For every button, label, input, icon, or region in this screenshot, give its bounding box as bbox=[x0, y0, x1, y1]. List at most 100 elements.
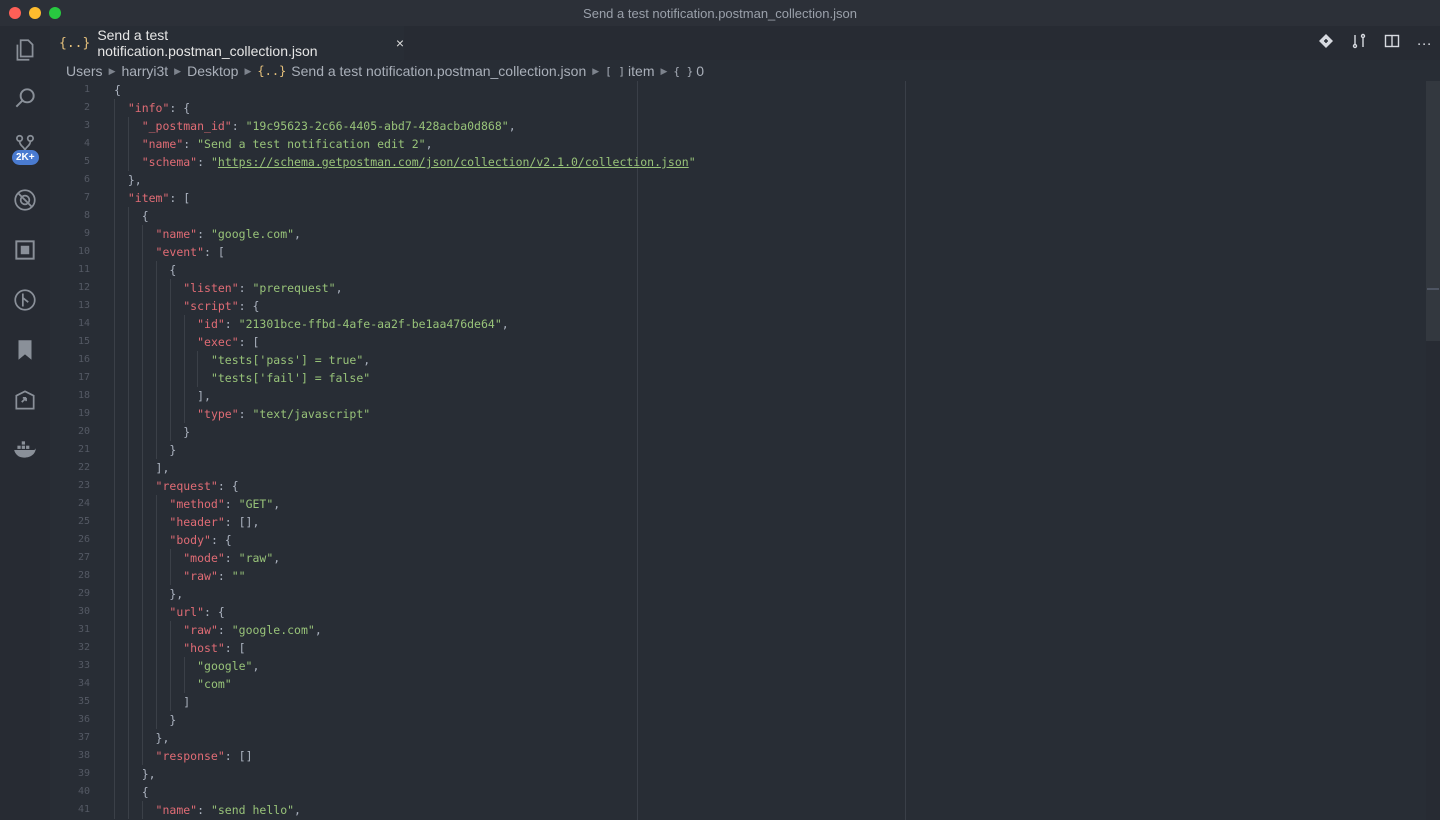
code-line[interactable]: "request": { bbox=[114, 477, 239, 495]
code-line[interactable]: "_postman_id": "19c95623-2c66-4405-abd7-… bbox=[114, 117, 516, 135]
close-tab-icon[interactable]: × bbox=[396, 35, 404, 51]
line-number: 16 bbox=[77, 354, 90, 365]
debug-icon[interactable] bbox=[0, 180, 50, 220]
code-line[interactable]: "body": { bbox=[114, 531, 231, 549]
indent-guide bbox=[169, 369, 171, 387]
code-line[interactable]: } bbox=[114, 423, 190, 441]
code-line[interactable]: ] bbox=[114, 693, 190, 711]
breadcrumb-item-index[interactable]: 0 bbox=[696, 63, 704, 79]
indent-guide bbox=[114, 711, 115, 729]
indent-guide bbox=[141, 333, 143, 351]
indent-guide bbox=[155, 441, 157, 459]
git-history-icon[interactable] bbox=[0, 280, 50, 320]
code-line[interactable]: "exec": [ bbox=[114, 333, 259, 351]
breadcrumb-item-harryi3t[interactable]: harryi3t bbox=[121, 63, 168, 79]
compare-icon[interactable] bbox=[1318, 33, 1334, 53]
code-line[interactable]: "url": { bbox=[114, 603, 224, 621]
editor-ruler bbox=[905, 81, 906, 820]
code-line[interactable]: }, bbox=[114, 585, 183, 603]
more-actions-icon[interactable]: ··· bbox=[1417, 35, 1432, 52]
code-line[interactable]: }, bbox=[114, 765, 156, 783]
indent-guide bbox=[155, 675, 157, 693]
breadcrumb-item-item[interactable]: item bbox=[628, 63, 654, 79]
line-number: 26 bbox=[77, 534, 90, 545]
code-line[interactable]: "mode": "raw", bbox=[114, 549, 280, 567]
code-line[interactable]: "header": [], bbox=[114, 513, 259, 531]
vscode-window: Send a test notification.postman_collect… bbox=[0, 0, 1440, 820]
indent-guide bbox=[127, 585, 129, 603]
indent-guide bbox=[114, 765, 115, 783]
scrollbar-thumb[interactable] bbox=[1426, 81, 1440, 341]
code-line[interactable]: "type": "text/javascript" bbox=[114, 405, 370, 423]
code-line[interactable]: { bbox=[114, 261, 176, 279]
breadcrumb-item-desktop[interactable]: Desktop bbox=[187, 63, 238, 79]
activity-bar: 2K+ bbox=[0, 26, 50, 820]
line-number: 32 bbox=[77, 642, 90, 653]
indent-guide bbox=[169, 279, 171, 297]
code-line[interactable]: "tests['pass'] = true", bbox=[114, 351, 370, 369]
window-title: Send a test notification.postman_collect… bbox=[583, 6, 857, 21]
code-line[interactable]: "item": [ bbox=[114, 189, 190, 207]
open-changes-icon[interactable] bbox=[1351, 33, 1367, 53]
code-line[interactable]: "raw": "" bbox=[114, 567, 245, 585]
indent-guide bbox=[114, 459, 115, 477]
files-icon[interactable] bbox=[0, 30, 50, 70]
split-editor-icon[interactable] bbox=[1384, 33, 1400, 53]
indent-guide bbox=[169, 423, 171, 441]
code-line[interactable]: "com" bbox=[114, 675, 232, 693]
breadcrumb-item-users[interactable]: Users bbox=[66, 63, 103, 79]
code-line[interactable]: { bbox=[114, 207, 149, 225]
remote-icon[interactable] bbox=[0, 380, 50, 420]
docker-icon[interactable] bbox=[0, 430, 50, 470]
code-line[interactable]: } bbox=[114, 441, 176, 459]
code-line[interactable]: "host": [ bbox=[114, 639, 245, 657]
search-icon[interactable] bbox=[0, 78, 50, 118]
code-line[interactable]: "listen": "prerequest", bbox=[114, 279, 342, 297]
code-line[interactable]: } bbox=[114, 711, 176, 729]
editor-tab[interactable]: {..} Send a test notification.postman_co… bbox=[50, 26, 404, 60]
indent-guide bbox=[114, 531, 115, 549]
code-line[interactable]: "info": { bbox=[114, 99, 190, 117]
code-editor[interactable]: 1 {2 "info": {3 "_postman_id": "19c95623-… bbox=[50, 81, 1426, 820]
line-number: 1 bbox=[83, 84, 90, 95]
indent-guide bbox=[114, 495, 115, 513]
indent-guide bbox=[127, 441, 129, 459]
code-line[interactable]: "raw": "google.com", bbox=[114, 621, 322, 639]
indent-guide bbox=[169, 693, 171, 711]
indent-guide bbox=[169, 387, 171, 405]
code-line[interactable]: "schema": "https://schema.getpostman.com… bbox=[114, 153, 696, 171]
code-line[interactable]: "response": [] bbox=[114, 747, 253, 765]
line-number: 30 bbox=[77, 606, 90, 617]
indent-guide bbox=[155, 603, 157, 621]
line-number: 2 bbox=[83, 102, 90, 113]
code-line[interactable]: "tests['fail'] = false" bbox=[114, 369, 370, 387]
code-line[interactable]: "script": { bbox=[114, 297, 259, 315]
indent-guide bbox=[155, 423, 157, 441]
indent-guide bbox=[141, 567, 143, 585]
line-number: 41 bbox=[77, 804, 90, 815]
code-line[interactable]: }, bbox=[114, 171, 142, 189]
code-line[interactable]: { bbox=[114, 81, 121, 99]
indent-guide bbox=[127, 657, 129, 675]
indent-guide bbox=[114, 729, 115, 747]
indent-guide bbox=[114, 747, 115, 765]
code-line[interactable]: "event": [ bbox=[114, 243, 225, 261]
indent-guide bbox=[114, 369, 115, 387]
breadcrumb-item-file[interactable]: Send a test notification.postman_collect… bbox=[291, 63, 586, 79]
code-line[interactable]: "method": "GET", bbox=[114, 495, 280, 513]
indent-guide bbox=[114, 189, 115, 207]
code-line[interactable]: "name": "Send a test notification edit 2… bbox=[114, 135, 433, 153]
line-number: 40 bbox=[77, 786, 90, 797]
code-line[interactable]: { bbox=[114, 783, 149, 801]
extensions-icon[interactable] bbox=[0, 230, 50, 270]
editor-scrollbar[interactable] bbox=[1426, 81, 1440, 820]
bookmark-icon[interactable] bbox=[0, 330, 50, 370]
code-line[interactable]: "id": "21301bce-ffbd-4afe-aa2f-be1aa476d… bbox=[114, 315, 509, 333]
indent-guide bbox=[141, 261, 143, 279]
indent-guide bbox=[114, 297, 115, 315]
indent-guide bbox=[197, 351, 199, 369]
line-number: 15 bbox=[77, 336, 90, 347]
code-line[interactable]: "google", bbox=[114, 657, 259, 675]
indent-guide bbox=[114, 405, 115, 423]
indent-guide bbox=[155, 279, 157, 297]
